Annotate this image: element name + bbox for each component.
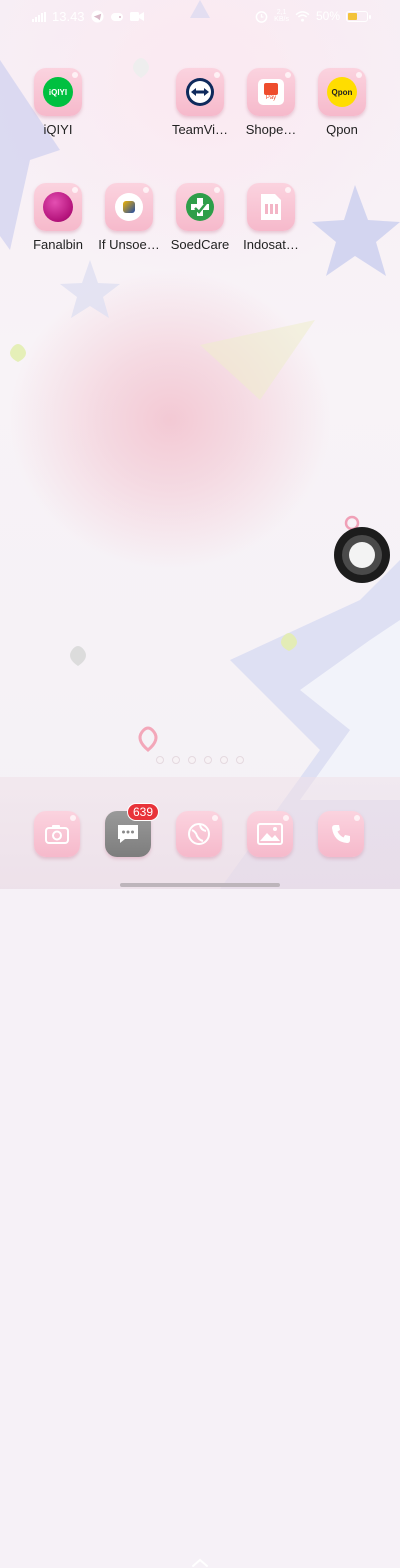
alarm-icon [255, 10, 268, 23]
app-label: If Unsoe… [98, 237, 160, 252]
messages-icon: 639 [105, 803, 159, 857]
battery-icon [346, 10, 371, 22]
home-indicator[interactable] [120, 883, 280, 887]
app-iqiyi[interactable]: iQIYI iQIYI [18, 68, 98, 137]
app-if-unsoed[interactable]: If Unsoe… [89, 183, 169, 252]
app-qpon[interactable]: Qpon Qpon [302, 68, 382, 137]
dock: 639 [0, 777, 400, 1567]
page-dot [204, 756, 212, 764]
dock-gallery[interactable] [230, 811, 310, 857]
indosat-icon [247, 183, 295, 231]
wallpaper-star [200, 320, 315, 400]
telegram-icon [91, 10, 104, 23]
signal-icon [32, 11, 46, 22]
page-indicator [0, 756, 400, 764]
wallpaper-star [312, 185, 400, 276]
app-fanalbin[interactable]: Fanalbin [18, 183, 98, 252]
app-label: Qpon [326, 122, 358, 137]
wallpaper-star [60, 260, 120, 318]
wallpaper-heart [138, 726, 158, 752]
app-label: iQIYI [43, 122, 73, 137]
wifi-icon [295, 10, 310, 22]
if-unsoed-icon [105, 183, 153, 231]
game-controller-icon [110, 12, 123, 21]
app-label: Shope… [245, 122, 297, 137]
battery-percent: 50% [315, 9, 340, 23]
phone-icon [318, 811, 364, 857]
shopeepay-icon: Pay [247, 68, 295, 116]
camera-icon [34, 811, 80, 857]
iqiyi-logo-text: iQIYI [48, 87, 68, 97]
assistive-touch-icon [342, 535, 382, 575]
wallpaper-heart [10, 344, 26, 362]
wallpaper-heart [70, 646, 86, 666]
teamviewer-icon [176, 68, 224, 116]
fanalbin-icon [34, 183, 82, 231]
network-speed: 2,1 KB/s [274, 9, 289, 23]
page-dot [172, 756, 180, 764]
status-time: 13.43 [52, 9, 85, 24]
app-label: TeamVi… [171, 122, 229, 137]
page-dot [220, 756, 228, 764]
video-camera-icon [129, 12, 144, 21]
app-shopeepay[interactable]: Pay Shope… [231, 68, 311, 137]
browser-globe-icon [176, 811, 222, 857]
page-dot [156, 756, 164, 764]
status-bar: 13.43 2,1 KB/s 50% [0, 0, 400, 34]
soedcare-icon [176, 183, 224, 231]
app-soedcare[interactable]: SoedCare [160, 183, 240, 252]
shopeepay-logo-text: Pay [265, 95, 277, 101]
network-speed-unit: KB/s [274, 16, 289, 23]
dock-browser[interactable] [159, 811, 239, 857]
notification-badge: 639 [126, 803, 159, 821]
gallery-icon [247, 811, 293, 857]
assistive-touch-button[interactable] [334, 527, 390, 583]
qpon-logo-text: Qpon [331, 87, 353, 97]
chevron-up-icon[interactable] [191, 1558, 209, 1568]
app-label: Fanalbin [33, 237, 83, 252]
page-dot [188, 756, 196, 764]
dock-phone[interactable] [301, 811, 381, 857]
app-label: SoedCare [170, 237, 230, 252]
app-indosat[interactable]: Indosat… [231, 183, 311, 252]
app-teamviewer[interactable]: TeamVi… [160, 68, 240, 137]
network-speed-value: 2,1 [276, 9, 287, 16]
dock-messages[interactable]: 639 [88, 803, 168, 857]
iqiyi-icon: iQIYI [34, 68, 82, 116]
qpon-icon: Qpon [318, 68, 366, 116]
app-label: Indosat… [243, 237, 299, 252]
page-dot [236, 756, 244, 764]
wallpaper-heart [133, 58, 149, 78]
dock-camera[interactable] [17, 811, 97, 857]
